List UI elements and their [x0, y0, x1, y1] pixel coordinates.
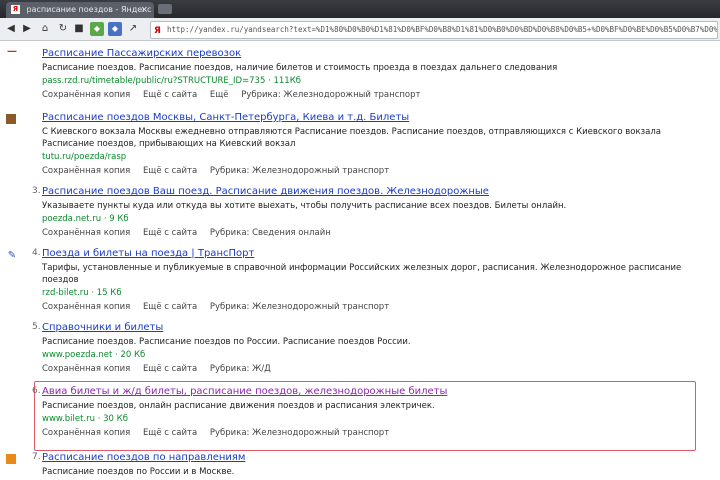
cached-copy-link[interactable]: Сохранённая копия — [42, 90, 130, 100]
home-icon[interactable]: ⌂ — [38, 22, 52, 36]
result-meta: Сохранённая копия Ещё с сайта Рубрика: С… — [42, 228, 341, 238]
result-title-link[interactable]: Расписание поездов по направлениям — [42, 452, 245, 463]
brown-square-icon — [6, 114, 16, 124]
new-tab-button[interactable] — [158, 4, 172, 14]
result-number: 7. — [32, 452, 41, 462]
rubric-link[interactable]: Рубрика: Железнодорожный транспорт — [241, 90, 420, 100]
result-meta: Сохранённая копия Ещё с сайта Ещё Рубрик… — [42, 90, 430, 100]
more-from-site-link[interactable]: Ещё с сайта — [143, 228, 197, 238]
blue-tools-icon: ✎ — [7, 250, 17, 261]
result-number: 6. — [32, 386, 41, 396]
address-bar[interactable]: Яhttp://yandex.ru/yandsearch?text=%D1%80… — [150, 21, 718, 39]
back-icon[interactable]: ◀ — [4, 22, 18, 36]
result-url[interactable]: pass.rzd.ru/timetable/public/ru?STRUCTUR… — [42, 76, 301, 86]
result-description: Указываете пункты куда или откуда вы хот… — [42, 201, 567, 211]
rubric-link[interactable]: Рубрика: Сведения онлайн — [210, 228, 331, 238]
browser-toolbar: ◀ ▶ ⌂ ↻ ■ ◆ ◆ ↗ Яhttp://yandex.ru/yandse… — [0, 18, 720, 41]
result-url[interactable]: www.poezda.net · 20 Кб — [42, 350, 145, 360]
rubric-link[interactable]: Рубрика: Железнодорожный транспорт — [210, 166, 389, 176]
result-number: 4. — [32, 248, 41, 258]
result-meta: Сохранённая копия Ещё с сайта Рубрика: Ж… — [42, 302, 399, 312]
result-url[interactable]: tutu.ru/poezda/rasp — [42, 152, 126, 162]
result-description-line2: поездов — [42, 275, 79, 285]
extension-blue-icon[interactable]: ◆ — [108, 22, 122, 36]
result-title-link[interactable]: Расписание Пассажирских перевозок — [42, 48, 241, 59]
tab-close-icon[interactable]: × — [140, 2, 148, 18]
forward-icon[interactable]: ▶ — [20, 22, 34, 36]
result-title-link[interactable]: Расписание поездов Москвы, Санкт-Петербу… — [42, 112, 409, 123]
result-number: 3. — [32, 186, 41, 196]
result-title-link[interactable]: Расписание поездов Ваш поезд. Расписание… — [42, 186, 489, 197]
result-url[interactable]: rzd-bilet.ru · 15 Кб — [42, 288, 122, 298]
yandex-favicon-icon: Я — [11, 5, 20, 14]
address-url: http://yandex.ru/yandsearch?text=%D1%80%… — [167, 25, 718, 34]
more-from-site-link[interactable]: Ещё с сайта — [143, 90, 197, 100]
more-from-site-link[interactable]: Ещё с сайта — [143, 302, 197, 312]
rubric-link[interactable]: Рубрика: Железнодорожный транспорт — [210, 428, 389, 438]
result-title-link[interactable]: Справочники и билеты — [42, 322, 163, 333]
result-description: Тарифы, установленные и публикуемые в сп… — [42, 263, 682, 273]
more-link[interactable]: Ещё — [210, 90, 229, 100]
result-title-link[interactable]: Поезда и билеты на поезда | ТрансПорт — [42, 248, 254, 259]
cached-copy-link[interactable]: Сохранённая копия — [42, 228, 130, 238]
result-number: 5. — [32, 322, 41, 332]
orange-square-icon — [6, 454, 16, 464]
result-description-line2: Расписание поездов, прибывающих на Киевс… — [42, 139, 296, 149]
result-description: Расписание поездов. Расписание поездов п… — [42, 337, 411, 347]
more-from-site-link[interactable]: Ещё с сайта — [143, 364, 197, 374]
result-meta: Сохранённая копия Ещё с сайта Рубрика: Ж… — [42, 166, 399, 176]
cached-copy-link[interactable]: Сохранённая копия — [42, 428, 130, 438]
yandex-site-icon: Я — [154, 26, 161, 36]
rubric-link[interactable]: Рубрика: Ж/Д — [210, 364, 271, 374]
result-description: С Киевского вокзала Москвы ежедневно отп… — [42, 127, 662, 137]
cached-copy-link[interactable]: Сохранённая копия — [42, 166, 130, 176]
result-description: Расписание поездов по России и в Москве. — [42, 467, 235, 477]
result-meta: Сохранённая копия Ещё с сайта Рубрика: Ж… — [42, 364, 281, 374]
red-dash-icon: — — [7, 46, 17, 57]
result-description: Расписание поездов, онлайн расписание дв… — [42, 401, 435, 411]
browser-tab-bar: Я расписание поездов - Яндекс × — [0, 0, 720, 18]
cached-copy-link[interactable]: Сохранённая копия — [42, 364, 130, 374]
result-meta: Сохранённая копия Ещё с сайта Рубрика: Ж… — [42, 428, 399, 438]
result-description: Расписание поездов. Расписание поездов, … — [42, 63, 558, 73]
result-url[interactable]: www.bilet.ru · 30 Кб — [42, 414, 128, 424]
result-url[interactable]: poezda.net.ru · 9 Кб — [42, 214, 129, 224]
browser-tab[interactable]: Я расписание поездов - Яндекс × — [6, 2, 154, 18]
more-from-site-link[interactable]: Ещё с сайта — [143, 428, 197, 438]
more-from-site-link[interactable]: Ещё с сайта — [143, 166, 197, 176]
rubric-link[interactable]: Рубрика: Железнодорожный транспорт — [210, 302, 389, 312]
tab-title: расписание поездов - Яндекс — [26, 5, 152, 14]
bookmark-icon[interactable]: ↗ — [126, 22, 140, 36]
stop-icon[interactable]: ■ — [72, 22, 86, 36]
cached-copy-link[interactable]: Сохранённая копия — [42, 302, 130, 312]
reload-icon[interactable]: ↻ — [56, 22, 70, 36]
result-title-link[interactable]: Авиа билеты и ж/д билеты, расписание пое… — [42, 386, 447, 397]
extension-green-icon[interactable]: ◆ — [90, 22, 104, 36]
